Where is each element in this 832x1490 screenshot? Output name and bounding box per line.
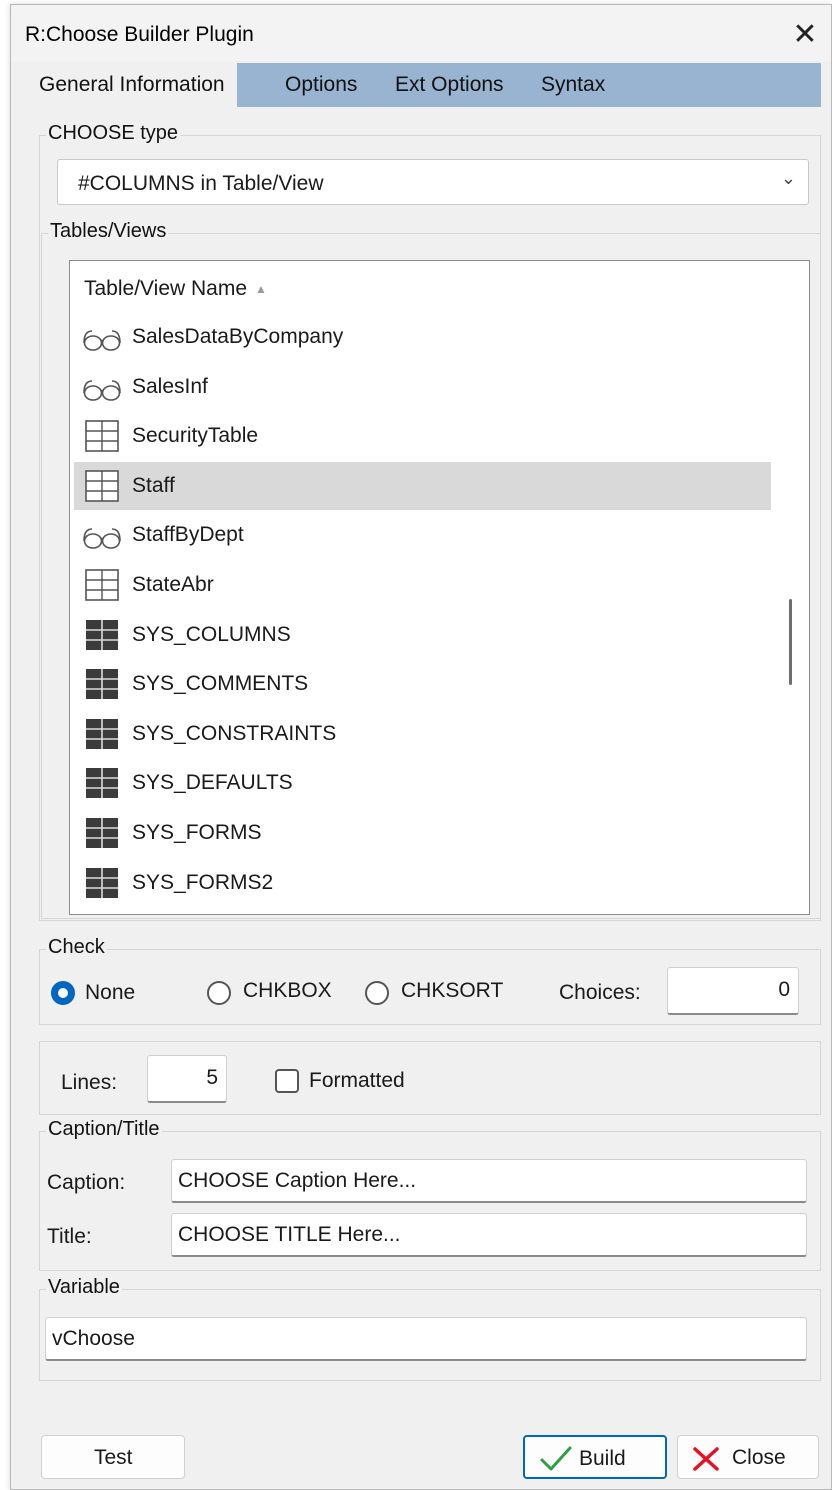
list-item-label: SecurityTable: [132, 424, 259, 448]
dialog-window: R:Choose Builder Plugin ✕ General Inform…: [10, 4, 832, 1490]
system-table-icon: [82, 718, 122, 750]
window-title: R:Choose Builder Plugin: [25, 23, 254, 46]
list-item[interactable]: SYS_COMMENTS: [74, 660, 772, 708]
list-item-label: SYS_CONSTRAINTS: [132, 721, 337, 745]
test-button[interactable]: Test: [41, 1435, 185, 1479]
formatted-label: Formatted: [309, 1069, 405, 1092]
tab-options[interactable]: Options: [273, 63, 369, 107]
list-item-label: SYS_COLUMNS: [132, 622, 291, 646]
lines-label: Lines:: [61, 1071, 118, 1094]
list-item[interactable]: StaffByDept: [74, 511, 772, 559]
system-table-icon: [82, 668, 122, 700]
system-table-icon: [82, 817, 122, 849]
list-item-label: StaffByDept: [132, 523, 244, 547]
lines-value: 5: [206, 1066, 218, 1089]
variable-label: Variable: [46, 1276, 122, 1299]
title-value: CHOOSE TITLE Here...: [178, 1223, 401, 1246]
tables-views-label: Tables/Views: [48, 220, 169, 243]
list-item[interactable]: SYS_DEFAULTS: [74, 759, 772, 807]
radio-chksort[interactable]: [365, 981, 389, 1005]
view-icon: [82, 371, 122, 403]
choose-type-value: #COLUMNS in Table/View: [78, 172, 324, 195]
list-item[interactable]: SalesInf: [74, 363, 772, 411]
list-item-label: SYS_FORMS2: [132, 870, 274, 894]
list-item-label: SYS_DEFAULTS: [132, 771, 293, 795]
choices-value: 0: [778, 978, 790, 1001]
tab-ext-options[interactable]: Ext Options: [383, 63, 516, 107]
list-item-label: SYS_FORMS: [132, 821, 262, 844]
close-button[interactable]: Close: [677, 1435, 819, 1479]
tab-general-information[interactable]: General Information: [27, 63, 237, 109]
list-item-label: StateAbr: [132, 573, 214, 596]
sort-ascending-icon: ▲: [255, 282, 267, 297]
list-item-label: SYS_COMMENTS: [132, 672, 309, 696]
scrollbar-thumb[interactable]: [789, 599, 792, 685]
vertical-scrollbar[interactable]: [771, 261, 809, 914]
variable-value: vChoose: [52, 1327, 135, 1350]
list-item[interactable]: SecurityTable: [74, 412, 772, 460]
list-item[interactable]: Staff: [74, 461, 772, 510]
caption-input[interactable]: CHOOSE Caption Here...: [171, 1159, 807, 1203]
tables-views-list[interactable]: Table/View Name ▲ SalesDataByCompany Sales…: [69, 260, 810, 915]
system-table-icon: [82, 767, 122, 799]
choose-type-dropdown[interactable]: #COLUMNS in Table/View ⌄: [57, 159, 809, 205]
radio-chksort-label: CHKSORT: [401, 979, 504, 1002]
list-item[interactable]: SYS_COLUMNS: [74, 611, 772, 659]
view-icon: [82, 519, 122, 551]
title-bar: R:Choose Builder Plugin ✕: [11, 5, 831, 61]
radio-none-label: None: [85, 981, 136, 1004]
radio-chkbox-label: CHKBOX: [243, 979, 332, 1002]
close-x-icon: [693, 1447, 719, 1471]
tab-strip: General Information Options Ext Options …: [27, 63, 821, 109]
choices-label: Choices:: [559, 981, 641, 1004]
build-button[interactable]: Build: [523, 1435, 667, 1479]
caption-label: Caption:: [47, 1171, 126, 1194]
list-item[interactable]: StateAbr: [74, 561, 772, 609]
list-item[interactable]: SYS_FORMS: [74, 809, 772, 857]
chevron-down-icon: ⌄: [780, 168, 796, 188]
list-item-label: SalesDataByCompany: [132, 325, 344, 348]
list-item[interactable]: SYS_FORMS2: [74, 859, 772, 907]
check-label: Check: [46, 936, 107, 959]
table-icon: [82, 569, 122, 601]
system-table-icon: [82, 867, 122, 899]
list-item-label: Staff: [132, 473, 175, 497]
build-button-label: Build: [579, 1447, 626, 1470]
close-icon[interactable]: ✕: [785, 15, 825, 55]
column-header-label: Table/View Name: [84, 277, 248, 300]
formatted-checkbox[interactable]: [275, 1069, 299, 1093]
close-button-label: Close: [732, 1446, 786, 1469]
radio-none[interactable]: [51, 981, 75, 1005]
radio-chkbox[interactable]: [207, 981, 231, 1005]
list-item-label: SalesInf: [132, 374, 208, 398]
column-header-table-view-name[interactable]: Table/View Name ▲: [84, 277, 267, 301]
title-label: Title:: [47, 1225, 92, 1248]
list-item[interactable]: SalesDataByCompany: [74, 313, 772, 361]
table-icon: [82, 420, 122, 452]
table-icon: [82, 469, 122, 502]
caption-title-label: Caption/Title: [46, 1118, 162, 1141]
view-icon: [82, 321, 122, 353]
system-table-icon: [82, 619, 122, 651]
caption-value: CHOOSE Caption Here...: [178, 1169, 417, 1192]
variable-input[interactable]: vChoose: [45, 1317, 807, 1361]
tab-syntax[interactable]: Syntax: [529, 63, 617, 107]
title-input[interactable]: CHOOSE TITLE Here...: [171, 1213, 807, 1257]
lines-input[interactable]: 5: [147, 1055, 227, 1103]
test-button-label: Test: [94, 1446, 133, 1469]
checkmark-icon: [540, 1446, 572, 1471]
choose-type-label: CHOOSE type: [46, 122, 181, 145]
choices-input[interactable]: 0: [667, 967, 799, 1015]
list-item[interactable]: SYS_CONSTRAINTS: [74, 710, 772, 758]
